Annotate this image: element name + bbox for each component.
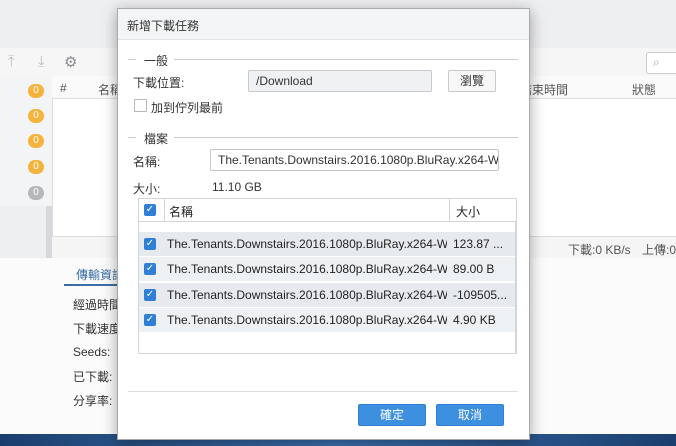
file-size: 89.00 B xyxy=(453,262,495,276)
table-row[interactable]: ✓ The.Tenants.Downstairs.2016.1080p.BluR… xyxy=(139,257,516,281)
cancel-button[interactable]: 取消 xyxy=(436,404,504,426)
column-header-index[interactable]: # xyxy=(60,81,67,95)
info-label: 分享率: xyxy=(73,394,113,408)
download-speed: 下載:0 KB/s xyxy=(568,243,631,257)
dialog-titlebar[interactable]: 新增下載任務 xyxy=(118,9,529,40)
select-all-checkbox[interactable]: ✓ xyxy=(144,204,156,216)
column-header-size[interactable]: 大小 xyxy=(456,203,480,220)
name-field[interactable]: The.Tenants.Downstairs.2016.1080p.BluRay… xyxy=(210,149,499,171)
file-size: -109505... xyxy=(453,288,508,302)
gear-icon[interactable]: ⚙ xyxy=(64,53,77,71)
count-badge: 0 xyxy=(28,84,44,98)
name-label: 名稱: xyxy=(133,155,161,169)
file-name: The.Tenants.Downstairs.2016.1080p.BluRay… xyxy=(167,313,447,327)
file-table-header: ✓ 名稱 大小 xyxy=(139,199,516,222)
section-heading: 檔案 xyxy=(140,130,173,147)
size-value: 11.10 GB xyxy=(212,180,262,194)
section-heading: 一般 xyxy=(140,52,173,69)
count-badge: 0 xyxy=(28,134,44,148)
info-label: 經過時間 xyxy=(73,298,122,312)
table-scrollbar[interactable] xyxy=(515,221,516,353)
download-icon[interactable]: ⤓ xyxy=(38,53,45,70)
upload-icon[interactable]: ⤒ xyxy=(8,53,15,70)
upload-speed: 上傳:0 xyxy=(642,243,676,257)
tab-transfer-info[interactable]: 傳輸資訊 xyxy=(64,262,124,286)
file-name: The.Tenants.Downstairs.2016.1080p.BluRay… xyxy=(167,262,447,276)
count-badge: 0 xyxy=(28,109,44,123)
browse-button[interactable]: 瀏覽 xyxy=(448,70,496,92)
download-location-field: /Download xyxy=(248,70,432,92)
table-row[interactable]: ✓ The.Tenants.Downstairs.2016.1080p.BluR… xyxy=(139,283,516,307)
count-badge: 0 xyxy=(28,186,44,200)
download-location-label: 下載位置: xyxy=(133,76,185,90)
info-label: Seeds: xyxy=(73,345,111,359)
row-checkbox[interactable]: ✓ xyxy=(144,238,156,250)
size-label: 大小: xyxy=(133,182,161,196)
info-label: 下載速度 xyxy=(73,322,122,336)
dialog-title: 新增下載任務 xyxy=(127,19,200,33)
file-size: 4.90 KB xyxy=(453,313,496,327)
column-header-status[interactable]: 狀態 xyxy=(632,81,656,98)
row-checkbox[interactable]: ✓ xyxy=(144,314,156,326)
search-input[interactable]: ⌕ xyxy=(646,52,676,74)
file-name: The.Tenants.Downstairs.2016.1080p.BluRay… xyxy=(167,237,447,251)
info-label: 已下載: xyxy=(73,370,113,384)
file-table: ✓ 名稱 大小 ✓ The.Tenants.Downstairs.2016.10… xyxy=(138,198,517,354)
download-location-value: /Download xyxy=(256,74,313,88)
column-header-name[interactable]: 名稱 xyxy=(169,203,193,220)
table-row[interactable]: ✓ The.Tenants.Downstairs.2016.1080p.BluR… xyxy=(139,308,516,332)
ok-button[interactable]: 確定 xyxy=(358,404,426,426)
table-row[interactable]: ✓ The.Tenants.Downstairs.2016.1080p.BluR… xyxy=(139,232,516,256)
add-to-top-label: 加到佇列最前 xyxy=(151,101,224,115)
file-name: The.Tenants.Downstairs.2016.1080p.BluRay… xyxy=(167,288,447,302)
name-value: The.Tenants.Downstairs.2016.1080p.BluRay… xyxy=(218,153,498,167)
category-sidebar: 0 0 0 0 0 xyxy=(0,76,52,206)
footer-divider xyxy=(128,391,518,392)
new-download-dialog: 新增下載任務 一般 下載位置: /Download 瀏覽 加到佇列最前 檔案 名… xyxy=(117,8,530,440)
row-checkbox[interactable]: ✓ xyxy=(144,263,156,275)
add-to-top-checkbox[interactable] xyxy=(134,99,147,112)
files-section: 檔案 xyxy=(128,130,518,147)
row-checkbox[interactable]: ✓ xyxy=(144,289,156,301)
count-badge: 0 xyxy=(28,160,44,174)
general-section: 一般 xyxy=(128,52,518,69)
search-icon: ⌕ xyxy=(653,55,660,69)
file-size: 123.87 ... xyxy=(453,237,504,251)
